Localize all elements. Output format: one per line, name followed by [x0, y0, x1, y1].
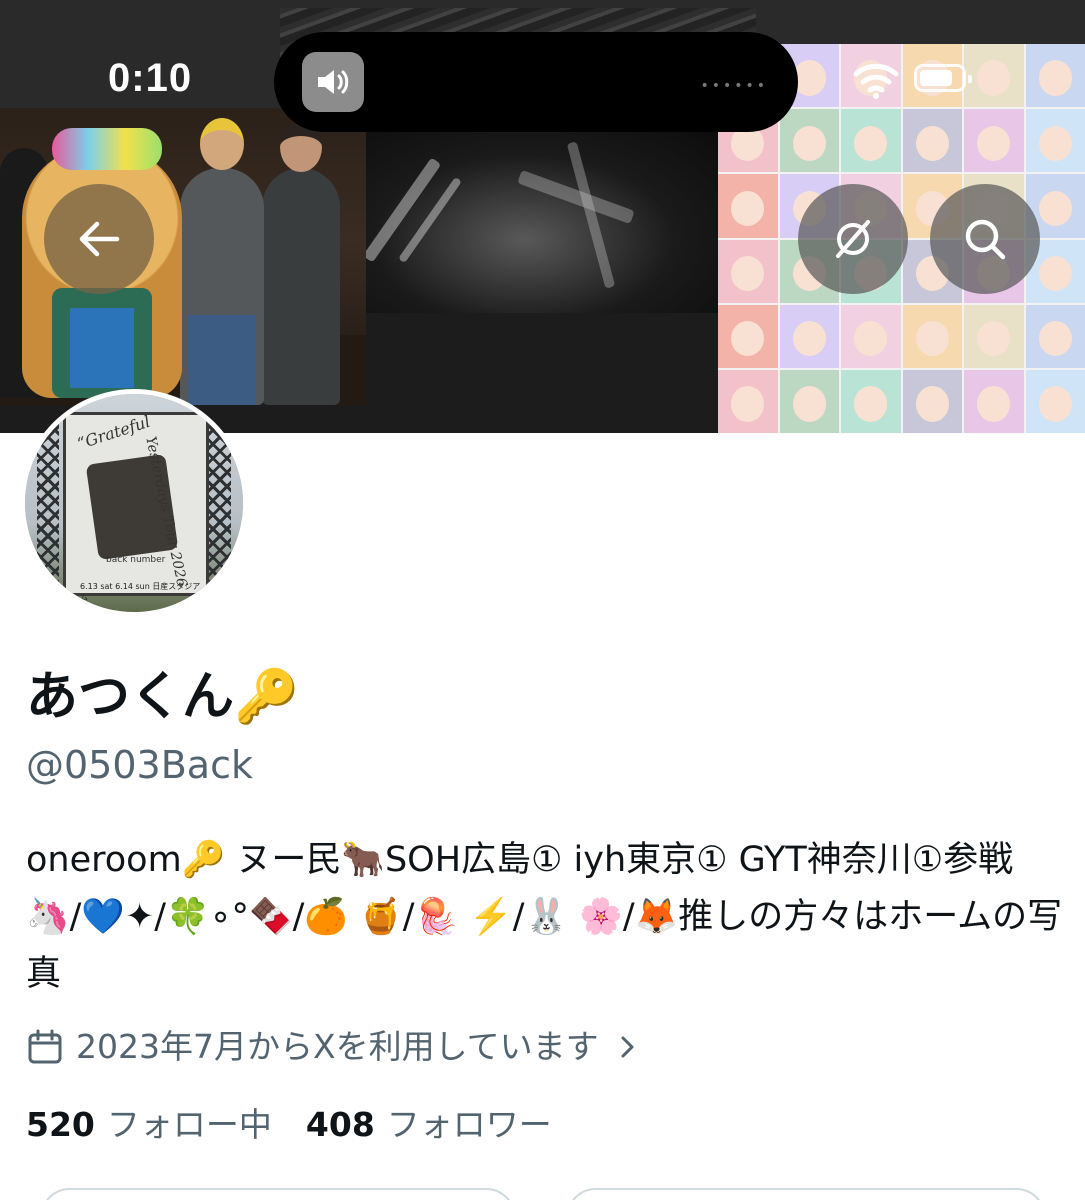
collage-tile [964, 44, 1024, 108]
chevron-right-icon [621, 1036, 634, 1058]
dynamic-island: •••••• [274, 32, 798, 132]
collage-tile [718, 239, 778, 303]
collage-tile [779, 304, 839, 368]
collage-tile [841, 304, 901, 368]
collage-tile [1025, 304, 1085, 368]
followers-label[interactable]: フォロワー [387, 1102, 552, 1148]
following-count[interactable]: 520 [26, 1102, 95, 1148]
collage-tile [779, 109, 839, 173]
collage-tile [902, 304, 962, 368]
profile-bio: oneroom🔑 ヌー民🐂SOH広島① iyh東京① GYT神奈川①参戦 🦄/💙… [26, 840, 1063, 994]
user-handle: @0503Back [26, 743, 253, 787]
collage-tile [964, 369, 1024, 433]
collage-tile [964, 109, 1024, 173]
translate-icon [836, 220, 870, 258]
speaker-icon [302, 52, 364, 112]
battery-icon [914, 64, 972, 92]
action-pill-left[interactable] [40, 1188, 516, 1200]
joined-date-text: 2023年7月からXを利用しています [76, 1027, 599, 1066]
collage-tile [718, 304, 778, 368]
avatar-image: “Grateful Yesterdays Tour 2026 back numb… [25, 394, 243, 612]
collage-tile [779, 369, 839, 433]
followers-count[interactable]: 408 [306, 1102, 375, 1148]
back-button[interactable] [44, 184, 154, 294]
collage-tile [1025, 369, 1085, 433]
collage-tile [718, 174, 778, 238]
banner-photo-monochrome [366, 130, 718, 313]
search-button[interactable] [930, 184, 1040, 294]
status-time: 0:10 [108, 56, 193, 100]
search-icon [965, 219, 1006, 260]
volume-dots: •••••• [700, 78, 768, 94]
collage-tile [841, 369, 901, 433]
back-arrow-icon [79, 221, 120, 257]
joined-date-row[interactable]: 2023年7月からXを利用しています [26, 1024, 641, 1070]
display-name: あつくん🔑 [26, 667, 299, 727]
collage-tile [718, 369, 778, 433]
wifi-icon [852, 60, 900, 100]
collage-tile [902, 109, 962, 173]
collage-tile [1025, 109, 1085, 173]
collage-tile [902, 369, 962, 433]
collage-tile [841, 109, 901, 173]
follow-stats: 520 フォロー中 408 フォロワー [26, 1102, 552, 1148]
avatar[interactable]: “Grateful Yesterdays Tour 2026 back numb… [20, 389, 248, 617]
collage-tile [1025, 44, 1085, 108]
translate-button[interactable] [798, 184, 908, 294]
action-pill-right[interactable] [566, 1188, 1046, 1200]
calendar-icon [28, 1029, 62, 1064]
following-label[interactable]: フォロー中 [107, 1102, 272, 1148]
collage-tile [964, 304, 1024, 368]
